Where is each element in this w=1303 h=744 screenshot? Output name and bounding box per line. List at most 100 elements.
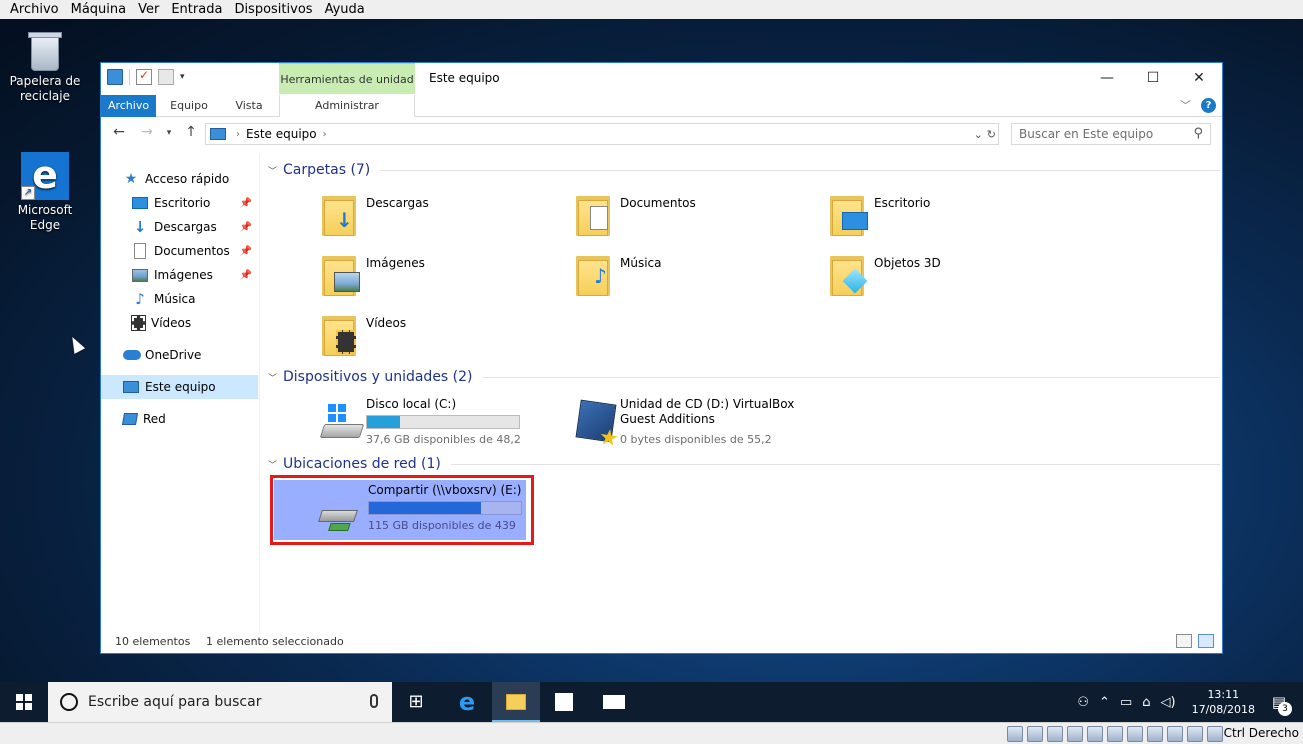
file-explorer-taskbar-icon[interactable]: [492, 682, 540, 722]
sidebar-item-videos[interactable]: Vídeos: [101, 311, 258, 335]
recording-status-icon[interactable]: [1147, 726, 1163, 742]
group-header-network[interactable]: ﹀ Ubicaciones de red (1): [268, 456, 1220, 472]
sidebar-item-red[interactable]: Red: [101, 407, 258, 431]
folder-documentos[interactable]: Documentos: [572, 192, 822, 248]
virtualization-status-icon[interactable]: [1167, 726, 1183, 742]
vbox-menu-ver[interactable]: Ver: [132, 2, 165, 17]
breadcrumb-chevron-icon[interactable]: ›: [236, 129, 240, 140]
mouse-integration-status-icon[interactable]: [1207, 726, 1223, 742]
clock[interactable]: 13:11 17/08/2018: [1192, 687, 1255, 717]
customize-toolbar-dropdown[interactable]: ▾: [180, 72, 185, 82]
expand-ribbon-chevron-icon[interactable]: ﹀: [1180, 97, 1191, 113]
sidebar-item-escritorio[interactable]: Escritorio 📌: [101, 191, 258, 215]
recent-locations-dropdown[interactable]: ▾: [159, 128, 179, 138]
objects-3d-folder-icon: [830, 256, 868, 296]
pin-icon[interactable]: 📌: [240, 222, 252, 233]
vbox-menu-ayuda[interactable]: Ayuda: [319, 2, 371, 17]
new-folder-icon[interactable]: [158, 69, 174, 85]
properties-icon[interactable]: [136, 68, 152, 85]
pin-icon[interactable]: 📌: [240, 270, 252, 281]
action-center-button[interactable]: ▤ 3: [1255, 682, 1303, 722]
folder-imagenes[interactable]: Imágenes: [318, 252, 568, 308]
sidebar-item-musica[interactable]: ♪ Música: [101, 287, 258, 311]
vbox-menu-dispositivos[interactable]: Dispositivos: [228, 2, 318, 17]
group-header-devices[interactable]: ﹀ Dispositivos y unidades (2): [268, 369, 1220, 385]
optical-drive-status-icon[interactable]: [1027, 726, 1043, 742]
network-status-icon[interactable]: [1067, 726, 1083, 742]
task-view-icon[interactable]: ⊞: [392, 682, 440, 722]
maximize-button[interactable]: ☐: [1130, 63, 1176, 93]
folder-escritorio[interactable]: Escritorio: [826, 192, 1076, 248]
address-dropdown-icon[interactable]: ⌄: [974, 128, 983, 141]
tab-archivo[interactable]: Archivo: [101, 95, 156, 117]
sidebar-item-onedrive[interactable]: OneDrive: [101, 343, 258, 367]
vbox-menu-archivo[interactable]: Archivo: [4, 2, 65, 17]
cortana-icon: [60, 693, 78, 711]
breadcrumb-este-equipo[interactable]: Este equipo: [246, 127, 317, 141]
refresh-icon[interactable]: ↻: [987, 128, 996, 141]
group-header-folders[interactable]: ﹀ Carpetas (7): [268, 162, 1220, 178]
help-button[interactable]: ?: [1201, 97, 1216, 113]
drive-c-usage-bar: [366, 415, 520, 429]
cpu-status-icon[interactable]: [1187, 726, 1203, 742]
folder-descargas[interactable]: ↓ Descargas: [318, 192, 568, 248]
drive-c[interactable]: Disco local (C:) 37,6 GB disponibles de …: [318, 394, 528, 450]
tab-vista[interactable]: Vista: [225, 95, 273, 117]
recycle-bin-shortcut[interactable]: Papelera de reciclaje: [2, 27, 88, 104]
vbox-menu-entrada[interactable]: Entrada: [165, 2, 228, 17]
audio-status-icon[interactable]: [1047, 726, 1063, 742]
folder-objetos-3d[interactable]: Objetos 3D: [826, 252, 1076, 308]
group-divider: [482, 376, 1220, 378]
folder-musica[interactable]: ♪ Música: [572, 252, 822, 308]
documents-folder-icon: [576, 196, 610, 236]
close-button[interactable]: ✕: [1176, 63, 1222, 93]
collapse-chevron-icon[interactable]: ﹀: [268, 371, 277, 384]
collapse-chevron-icon[interactable]: ﹀: [268, 164, 277, 177]
shared-folders-status-icon[interactable]: [1107, 726, 1123, 742]
sidebar-item-descargas[interactable]: ↓ Descargas 📌: [101, 215, 258, 239]
mail-taskbar-icon[interactable]: [590, 682, 638, 722]
tiles-view-icon[interactable]: [1198, 634, 1214, 648]
breadcrumb-chevron-icon[interactable]: ›: [323, 129, 327, 140]
tab-administrar[interactable]: Administrar: [279, 95, 415, 117]
sidebar-item-documentos[interactable]: Documentos 📌: [101, 239, 258, 263]
address-bar[interactable]: › Este equipo › ⌄ ↻: [205, 123, 999, 145]
show-hidden-icons-chevron-icon[interactable]: ⌃: [1099, 695, 1110, 710]
edge-shortcut[interactable]: e ↗ Microsoft Edge: [2, 152, 88, 233]
edge-taskbar-icon[interactable]: e: [443, 682, 491, 722]
drive-d-cd[interactable]: Unidad de CD (D:) VirtualBox Guest Addit…: [572, 394, 802, 450]
volume-icon[interactable]: ◁): [1161, 695, 1176, 710]
hard-drive-icon: [319, 400, 365, 444]
windows-logo-icon: [16, 694, 32, 710]
display-status-icon[interactable]: [1127, 726, 1143, 742]
taskbar-search-box[interactable]: Escribe aquí para buscar: [48, 682, 392, 722]
people-icon[interactable]: ⚇: [1077, 695, 1089, 710]
details-view-icon[interactable]: [1176, 634, 1192, 648]
search-input[interactable]: Buscar en Este equipo ⚲: [1011, 123, 1211, 145]
tab-equipo[interactable]: Equipo: [161, 95, 217, 117]
battery-icon[interactable]: ▭: [1120, 695, 1132, 710]
computer-icon[interactable]: [107, 69, 123, 85]
collapse-chevron-icon[interactable]: ﹀: [268, 458, 277, 471]
notification-count-badge: 3: [1278, 702, 1292, 716]
microphone-icon[interactable]: [370, 694, 378, 708]
drive-tools-tab[interactable]: Herramientas de unidad: [279, 63, 415, 94]
sidebar-item-imagenes[interactable]: Imágenes 📌: [101, 263, 258, 287]
forward-button[interactable]: →: [137, 124, 157, 140]
store-taskbar-icon[interactable]: [540, 682, 588, 722]
sidebar-item-acceso-rapido[interactable]: ★ Acceso rápido: [101, 167, 258, 191]
usb-status-icon[interactable]: [1087, 726, 1103, 742]
status-bar: 10 elementos 1 elemento seleccionado: [101, 631, 1222, 653]
vbox-menu-maquina[interactable]: Máquina: [65, 2, 133, 17]
folder-videos[interactable]: Vídeos: [318, 312, 568, 368]
search-placeholder: Buscar en Este equipo: [1019, 127, 1154, 141]
minimize-button[interactable]: —: [1084, 63, 1130, 93]
pin-icon[interactable]: 📌: [240, 246, 252, 257]
back-button[interactable]: ←: [109, 124, 129, 140]
network-tray-icon[interactable]: ⌂: [1142, 695, 1150, 710]
sidebar-item-este-equipo[interactable]: Este equipo: [101, 375, 258, 399]
pin-icon[interactable]: 📌: [240, 198, 252, 209]
up-button[interactable]: ↑: [181, 124, 201, 140]
start-button[interactable]: [0, 682, 48, 722]
hard-disk-status-icon[interactable]: [1007, 726, 1023, 742]
